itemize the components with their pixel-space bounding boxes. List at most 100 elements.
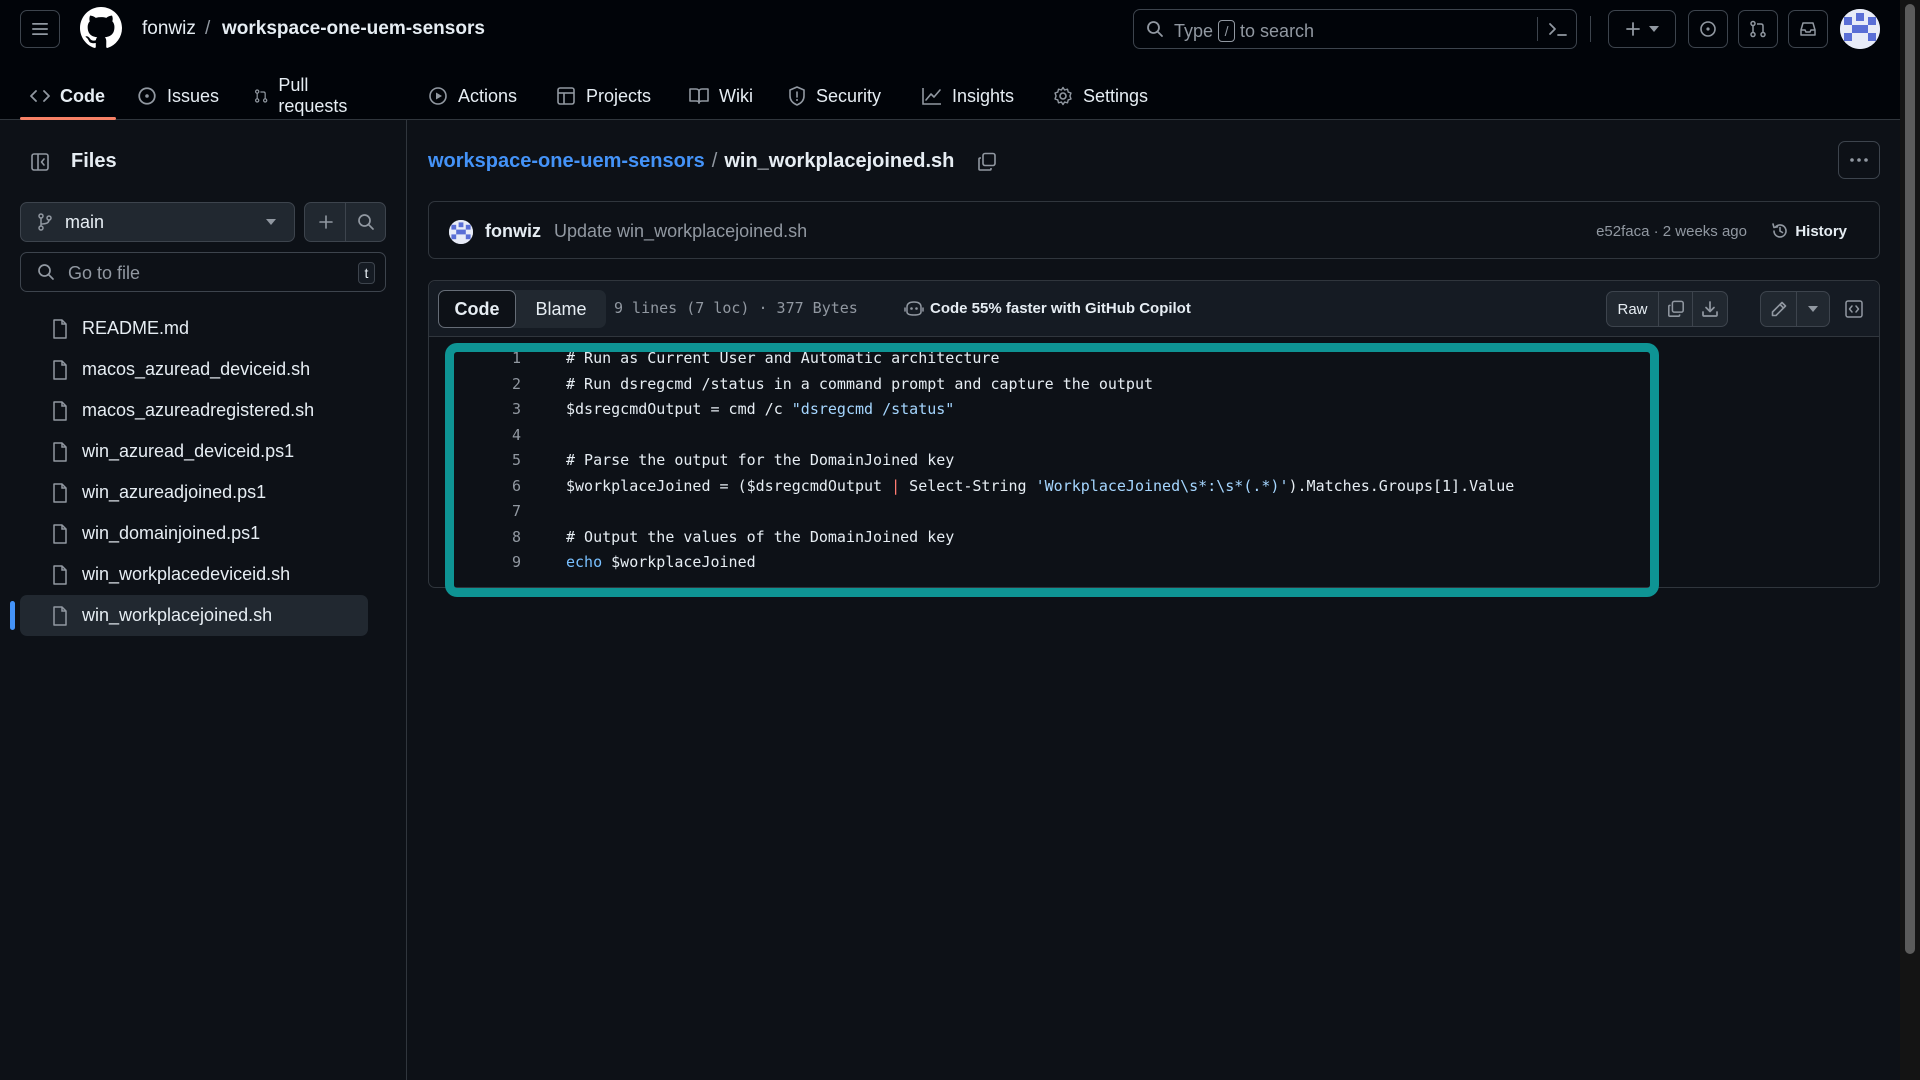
- code-line: 6 $workplaceJoined = ($dsregcmdOutput | …: [429, 474, 1879, 500]
- file-icon: [53, 523, 67, 544]
- search-files-button[interactable]: [345, 202, 386, 242]
- line-number[interactable]: 5: [429, 451, 521, 469]
- inbox-button[interactable]: [1788, 10, 1828, 48]
- breadcrumb-owner[interactable]: fonwiz: [142, 18, 196, 40]
- shield-icon: [789, 86, 805, 106]
- line-number[interactable]: 2: [429, 375, 521, 393]
- create-new-button[interactable]: [1608, 10, 1676, 48]
- menu-button[interactable]: [20, 10, 60, 48]
- file-item-win-domainjoined[interactable]: win_domainjoined.ps1: [20, 513, 368, 554]
- search-input[interactable]: Type / to search: [1133, 9, 1577, 49]
- header-divider: [1590, 16, 1591, 42]
- file-item-macos-azuread-deviceid[interactable]: macos_azuread_deviceid.sh: [20, 349, 368, 390]
- line-number[interactable]: 4: [429, 426, 521, 444]
- history-icon: [1772, 223, 1788, 238]
- edit-file-button[interactable]: [1761, 292, 1797, 326]
- branch-selector[interactable]: main: [20, 202, 295, 242]
- go-to-file-shortcut-key: t: [358, 262, 375, 284]
- code-listing[interactable]: 1 # Run as Current User and Automatic ar…: [429, 337, 1879, 587]
- github-logo[interactable]: [80, 7, 122, 49]
- code-line: 5 # Parse the output for the DomainJoine…: [429, 448, 1879, 474]
- plus-icon: [318, 215, 333, 229]
- search-icon: [357, 214, 374, 230]
- raw-button[interactable]: Raw: [1607, 292, 1659, 326]
- tab-wiki[interactable]: Wiki: [689, 72, 753, 120]
- file-path-breadcrumb: workspace-one-uem-sensors / win_workplac…: [428, 150, 997, 173]
- table-icon: [557, 87, 575, 105]
- code-view-tab[interactable]: Code: [438, 290, 516, 328]
- issues-icon: [1700, 21, 1716, 37]
- pull-requests-button[interactable]: [1738, 10, 1778, 48]
- file-item-win-azuread-deviceid[interactable]: win_azuread_deviceid.ps1: [20, 431, 368, 472]
- file-item-win-workplacedeviceid[interactable]: win_workplacedeviceid.sh: [20, 554, 368, 595]
- symbols-panel-button[interactable]: [1836, 291, 1872, 327]
- code-square-icon: [1845, 300, 1863, 318]
- menu-icon: [32, 23, 48, 35]
- line-number[interactable]: 3: [429, 400, 521, 418]
- search-placeholder: Type / to search: [1174, 20, 1315, 42]
- tab-issues[interactable]: Issues: [137, 72, 219, 120]
- download-raw-button[interactable]: [1693, 292, 1727, 326]
- tab-security[interactable]: Security: [788, 72, 881, 120]
- issues-button[interactable]: [1688, 10, 1728, 48]
- graph-icon: [922, 88, 941, 105]
- code-text: # Parse the output for the DomainJoined …: [566, 451, 955, 469]
- go-to-file-input[interactable]: Go to file t: [20, 252, 386, 292]
- file-item-readme[interactable]: README.md: [20, 308, 368, 349]
- tab-code[interactable]: Code: [30, 72, 105, 120]
- selected-file-indicator: [10, 601, 15, 630]
- commit-message[interactable]: Update win_workplacejoined.sh: [554, 221, 807, 242]
- commit-hash-and-time[interactable]: e52faca · 2 weeks ago: [1596, 223, 1747, 240]
- file-name: win_domainjoined.ps1: [82, 523, 261, 543]
- add-file-button[interactable]: [304, 202, 346, 242]
- tab-insights[interactable]: Insights: [922, 72, 1014, 120]
- app-header: fonwiz / workspace-one-uem-sensors Type …: [0, 0, 1900, 120]
- identicon-icon: [1840, 9, 1880, 49]
- sidebar-title: Files: [71, 150, 117, 172]
- copy-raw-button[interactable]: [1659, 292, 1693, 326]
- file-icon: [53, 605, 67, 626]
- path-repo-link[interactable]: workspace-one-uem-sensors: [428, 150, 705, 173]
- edit-group: [1760, 291, 1830, 327]
- terminal-icon[interactable]: [1548, 20, 1568, 38]
- search-icon: [1147, 21, 1163, 37]
- line-number[interactable]: 7: [429, 502, 521, 520]
- code-line: 1 # Run as Current User and Automatic ar…: [429, 346, 1879, 372]
- scrollbar-thumb[interactable]: [1905, 4, 1915, 954]
- edit-options-dropdown[interactable]: [1797, 292, 1829, 326]
- blame-view-tab[interactable]: Blame: [516, 290, 606, 328]
- issues-icon: [138, 87, 156, 105]
- more-options-button[interactable]: [1838, 141, 1880, 179]
- commit-author-avatar[interactable]: [449, 220, 473, 244]
- line-number[interactable]: 8: [429, 528, 521, 546]
- collapse-sidebar-button[interactable]: [22, 144, 58, 180]
- tab-actions[interactable]: Actions: [428, 72, 517, 120]
- file-icon: [53, 482, 67, 503]
- tab-projects[interactable]: Projects: [556, 72, 651, 120]
- commit-author[interactable]: fonwiz: [485, 221, 541, 242]
- tab-pull-requests[interactable]: Pull requests: [254, 72, 353, 120]
- page-scrollbar[interactable]: [1900, 0, 1920, 1080]
- file-item-macos-azureadregistered[interactable]: macos_azureadregistered.sh: [20, 390, 368, 431]
- file-item-win-azureadjoined[interactable]: win_azureadjoined.ps1: [20, 472, 368, 513]
- copy-path-icon[interactable]: [977, 152, 997, 172]
- copilot-promo-link[interactable]: Code 55% faster with GitHub Copilot: [904, 299, 1191, 317]
- line-number[interactable]: 9: [429, 553, 521, 571]
- breadcrumb-repo[interactable]: workspace-one-uem-sensors: [222, 18, 485, 40]
- code-text: # Run as Current User and Automatic arch…: [566, 349, 1000, 367]
- view-mode-toggle: Code Blame: [438, 290, 606, 328]
- breadcrumb-separator: /: [205, 18, 211, 39]
- history-button[interactable]: History: [1771, 222, 1847, 240]
- file-name: macos_azureadregistered.sh: [82, 400, 315, 420]
- file-item-win-workplacejoined[interactable]: win_workplacejoined.sh: [10, 595, 368, 636]
- go-to-file-placeholder: Go to file: [68, 263, 141, 283]
- search-shortcut-key: /: [1218, 20, 1236, 42]
- chevron-down-icon: [266, 219, 276, 225]
- user-avatar[interactable]: [1840, 9, 1880, 49]
- line-number[interactable]: 1: [429, 349, 521, 367]
- code-line: 2 # Run dsregcmd /status in a command pr…: [429, 372, 1879, 398]
- latest-commit-bar: fonwiz Update win_workplacejoined.sh e52…: [428, 201, 1880, 259]
- tab-settings[interactable]: Settings: [1053, 72, 1148, 120]
- kebab-horizontal-icon: [1850, 158, 1868, 162]
- line-number[interactable]: 6: [429, 477, 521, 495]
